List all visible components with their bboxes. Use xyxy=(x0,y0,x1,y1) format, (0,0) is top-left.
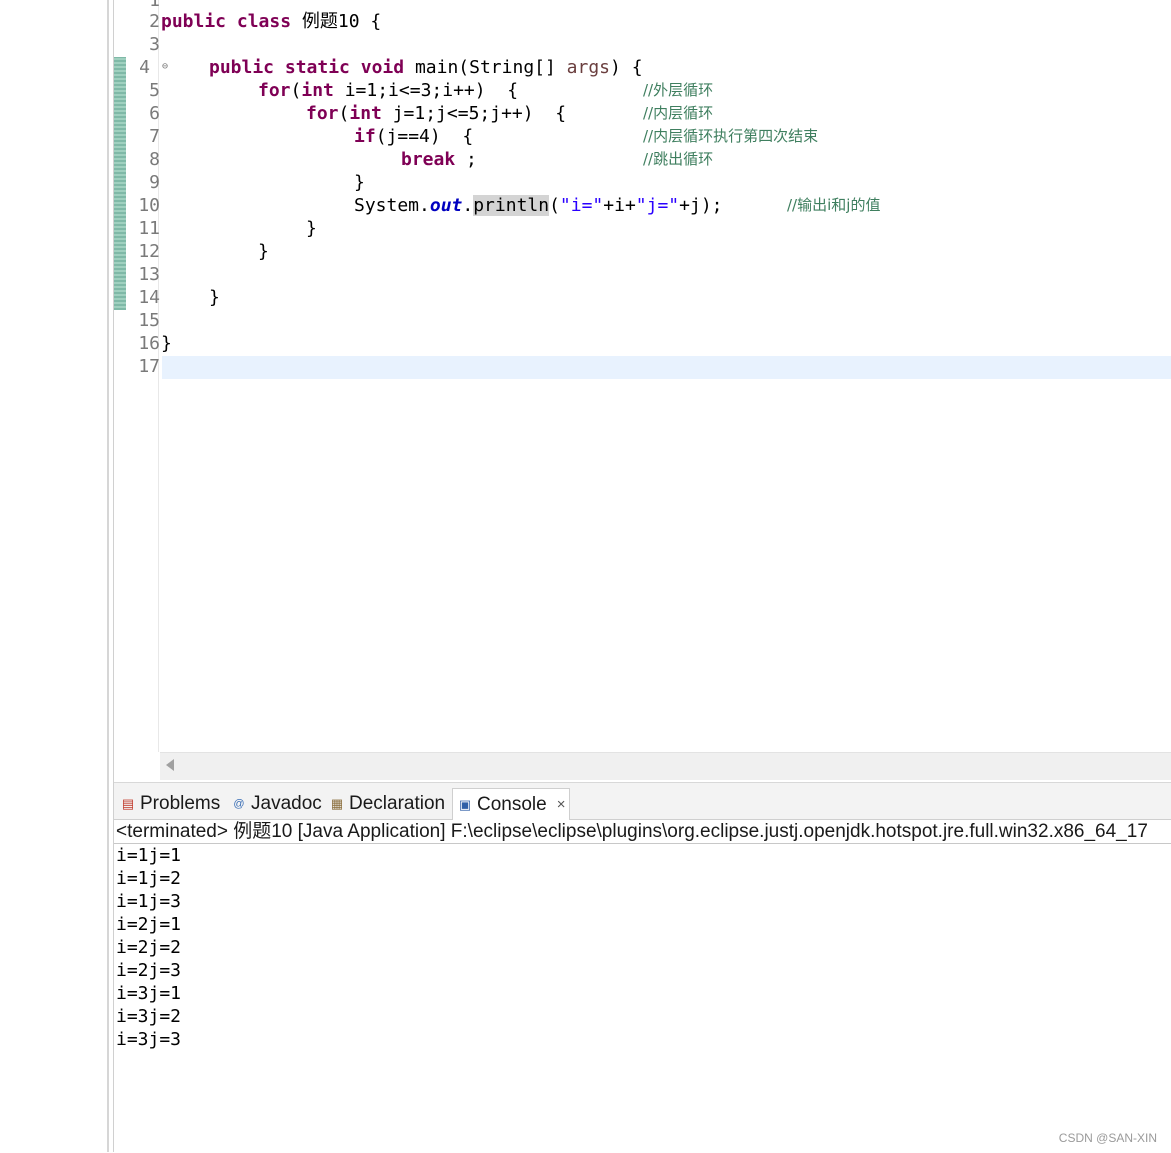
code-line-16: } xyxy=(161,333,172,354)
keyword: break xyxy=(401,149,456,170)
code-line-10: System.out.println("i="+i+"j="+j); xyxy=(354,194,723,217)
line-number: 14 xyxy=(138,287,160,308)
keyword: void xyxy=(360,57,405,78)
code-line-5: for(int i=1;i<=3;i++) { xyxy=(258,79,518,102)
code-line-7: if(j==4) { xyxy=(354,125,473,148)
code-text: ) { xyxy=(610,57,643,78)
code-text: i=1;i<=3;i++) { xyxy=(333,80,519,101)
keyword: static xyxy=(284,57,350,78)
line-number: 8 xyxy=(149,149,160,170)
code-text: +j); xyxy=(679,195,723,216)
console-output-line: i=2j=3 xyxy=(116,960,182,981)
code-text: j=1;j<=5;j++) { xyxy=(381,103,567,124)
line-number: 7 xyxy=(149,126,160,147)
window-border xyxy=(107,0,109,1152)
tab-label: Console xyxy=(477,793,547,815)
code-text-area[interactable]: public class 例题10 { public static void m… xyxy=(161,0,1171,752)
tab-label: Javadoc xyxy=(251,792,322,814)
code-text: ( xyxy=(290,80,302,101)
tab-javadoc[interactable]: @ Javadoc xyxy=(227,788,326,819)
line-number: 15 xyxy=(138,310,160,331)
code-line-14: } xyxy=(209,287,220,308)
tab-label: Problems xyxy=(140,792,221,814)
method-occurrence: println xyxy=(473,195,550,216)
code-text: ( xyxy=(338,103,350,124)
line-number: 6 xyxy=(149,103,160,124)
class-name: 例题10 { xyxy=(301,11,382,32)
keyword: public xyxy=(209,57,275,78)
watermark: CSDN @SAN-XIN xyxy=(1058,1131,1157,1145)
keyword: for xyxy=(306,103,339,124)
code-text: System. xyxy=(354,195,430,216)
code-text: +i+ xyxy=(603,195,636,216)
console-output-line: i=1j=1 xyxy=(116,845,182,866)
console-output-line: i=3j=3 xyxy=(116,1029,182,1050)
line-number-ruler: 1 2 3 4 5 6 7 8 9 10 11 12 13 14 15 16 1… xyxy=(126,0,168,752)
tab-problems[interactable]: ▤ Problems xyxy=(116,788,224,819)
code-line-6: for(int j=1;j<=5;j++) { xyxy=(306,102,566,125)
console-output-line: i=2j=2 xyxy=(116,937,182,958)
line-number: 11 xyxy=(138,218,160,239)
static-field: out xyxy=(429,195,463,216)
code-text: (j==4) { xyxy=(375,126,474,147)
window-left-margin xyxy=(0,0,107,1152)
console-output-line: i=1j=3 xyxy=(116,891,182,912)
code-line-4: public static void main(String[] args) { xyxy=(209,56,643,79)
line-number: 16 xyxy=(138,333,160,354)
code-comment: //内层循环执行第四次结束 xyxy=(643,127,819,145)
keyword: public xyxy=(161,11,227,32)
scroll-left-icon[interactable] xyxy=(166,759,174,771)
keyword: for xyxy=(258,80,291,101)
close-icon[interactable]: × xyxy=(557,796,566,813)
keyword: if xyxy=(354,126,376,147)
tab-declaration[interactable]: ▦ Declaration xyxy=(325,788,449,819)
code-comment: //跳出循环 xyxy=(643,150,714,168)
code-comment: //输出i和j的值 xyxy=(787,196,881,214)
console-icon: ▣ xyxy=(458,796,472,812)
parameter: args xyxy=(566,57,611,78)
string-literal: "i=" xyxy=(559,195,604,216)
keyword: class xyxy=(236,11,292,32)
javadoc-icon: @ xyxy=(233,797,245,810)
line-number: 17 xyxy=(138,356,160,377)
tab-label: Declaration xyxy=(349,792,446,814)
bottom-panel: ▤ Problems @ Javadoc ▦ Declaration ▣ Con… xyxy=(114,782,1171,1153)
code-line-8: break ; xyxy=(401,148,477,171)
console-output-line: i=3j=2 xyxy=(116,1006,182,1027)
code-comment: //外层循环 xyxy=(643,81,714,99)
code-text: ( xyxy=(549,195,560,216)
code-text: . xyxy=(462,195,474,216)
line-number: 10 xyxy=(138,195,160,216)
tab-console[interactable]: ▣ Console × xyxy=(452,788,571,820)
code-line-2: public class 例题10 { xyxy=(161,10,381,33)
line-number: 3 xyxy=(149,34,160,55)
code-line-9: } xyxy=(354,172,365,193)
code-text: main(String[] xyxy=(404,57,567,78)
code-line-12: } xyxy=(258,241,269,262)
divider xyxy=(114,843,1171,844)
console-output-line: i=3j=1 xyxy=(116,983,182,1004)
console-status-header: <terminated> 例题10 [Java Application] F:\… xyxy=(116,821,1148,842)
code-text: ; xyxy=(455,149,477,170)
string-literal: "j=" xyxy=(635,195,680,216)
declaration-icon: ▦ xyxy=(330,795,344,811)
line-number: 13 xyxy=(138,264,160,285)
line-number: 2 xyxy=(149,11,160,32)
line-number: 9 xyxy=(149,172,160,193)
line-number: 5 xyxy=(149,80,160,101)
code-line-11: } xyxy=(306,218,317,239)
horizontal-scrollbar[interactable] xyxy=(160,752,1171,780)
keyword: int xyxy=(349,103,382,124)
console-output-line: i=2j=1 xyxy=(116,914,182,935)
problems-icon: ▤ xyxy=(121,795,135,811)
panel-tab-bar: ▤ Problems @ Javadoc ▦ Declaration ▣ Con… xyxy=(114,783,1171,820)
console-output-line: i=1j=2 xyxy=(116,868,182,889)
quick-diff-ruler xyxy=(114,57,126,310)
code-comment: //内层循环 xyxy=(643,104,714,122)
line-number: 12 xyxy=(138,241,160,262)
code-editor[interactable]: 1 2 3 4 5 6 7 8 9 10 11 12 13 14 15 16 1… xyxy=(114,0,1171,780)
line-number: 4 xyxy=(139,57,150,78)
keyword: int xyxy=(301,80,334,101)
